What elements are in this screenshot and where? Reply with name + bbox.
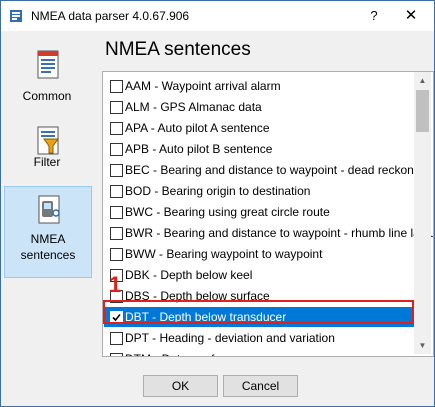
app-icon [10, 10, 22, 22]
sidebar-item-label: Filter [33, 155, 61, 169]
list-item-aam[interactable]: AAM - Waypoint arrival alarm [104, 76, 414, 96]
list-item-label: APB - Auto pilot B sentence [125, 142, 273, 156]
cancel-button[interactable]: Cancel [223, 375, 298, 397]
list-item-bwc[interactable]: BWC - Bearing using great circle route [104, 202, 414, 222]
checkbox[interactable] [110, 185, 123, 198]
checkbox[interactable] [110, 143, 123, 156]
sidebar-item-label-line2: sentences [20, 248, 76, 262]
sidebar-item-label-line1: NMEA [30, 232, 66, 246]
checkbox[interactable] [110, 248, 123, 261]
sidebar-item-common[interactable]: Common [4, 42, 90, 112]
list-item-label: AAM - Waypoint arrival alarm [125, 79, 281, 93]
checkbox[interactable] [110, 80, 123, 93]
checkbox[interactable] [110, 206, 123, 219]
list-item-bod[interactable]: BOD - Bearing origin to destination [104, 181, 414, 201]
sidebar-item-filter[interactable]: Filter [4, 118, 90, 188]
annotation-step-number: 1 [109, 272, 122, 297]
checkbox[interactable] [110, 164, 123, 177]
scroll-down-arrow-icon[interactable]: ▼ [414, 337, 431, 354]
list-item-label: BWC - Bearing using great circle route [125, 205, 330, 219]
vertical-scrollbar[interactable]: ▲ ▼ [414, 72, 431, 354]
filter-icon [37, 126, 59, 155]
window-title: NMEA data parser 4.0.67.906 [31, 9, 190, 23]
scroll-up-arrow-icon[interactable]: ▲ [414, 72, 431, 89]
document-icon [37, 50, 59, 79]
list-item-label: BOD - Bearing origin to destination [125, 184, 311, 198]
list-item-bwr[interactable]: BWR - Bearing and distance to waypoint -… [104, 223, 433, 243]
list-item-label: BWR - Bearing and distance to waypoint -… [125, 226, 434, 240]
ok-button[interactable]: OK [143, 375, 218, 397]
list-item-label: APA - Auto pilot A sentence [125, 121, 270, 135]
sidebar-item-label: Common [22, 89, 72, 103]
list-item-label: BWW - Bearing waypoint to waypoint [125, 247, 323, 261]
checkbox[interactable] [110, 101, 123, 114]
list-item-alm[interactable]: ALM - GPS Almanac data [104, 97, 414, 117]
title-bar: NMEA data parser 4.0.67.906 ? ✕ [1, 1, 434, 31]
dialog-window: NMEA data parser 4.0.67.906 ? ✕ Common F… [0, 0, 435, 407]
list-item-bww[interactable]: BWW - Bearing waypoint to waypoint [104, 244, 414, 264]
list-item-label: DBK - Depth below keel [125, 268, 253, 282]
checkbox[interactable] [110, 227, 123, 240]
gps-device-icon [38, 195, 60, 224]
list-item-label: BEC - Bearing and distance to waypoint -… [125, 163, 430, 177]
list-item-label: ALM - GPS Almanac data [125, 100, 262, 114]
list-item-dbk[interactable]: DBK - Depth below keel [104, 265, 414, 285]
list-item-bec[interactable]: BEC - Bearing and distance to waypoint -… [104, 160, 430, 180]
list-item-dtm[interactable]: DTM - Datum reference [104, 349, 414, 356]
list-item-label: DPT - Heading - deviation and variation [125, 331, 335, 345]
scroll-thumb[interactable] [416, 90, 429, 132]
list-item-apa[interactable]: APA - Auto pilot A sentence [104, 118, 414, 138]
list-item-label: DTM - Datum reference [125, 349, 251, 356]
list-item-apb[interactable]: APB - Auto pilot B sentence [104, 139, 414, 159]
close-button[interactable]: ✕ [388, 1, 434, 31]
checkbox[interactable] [110, 353, 123, 356]
list-item-dpt[interactable]: DPT - Heading - deviation and variation [104, 328, 414, 348]
checkbox[interactable] [110, 332, 123, 345]
checkbox[interactable] [110, 122, 123, 135]
annotation-highlight-frame [103, 300, 414, 324]
sidebar-item-nmea-sentences[interactable]: NMEA sentences [4, 186, 92, 278]
page-title: NMEA sentences [105, 39, 251, 60]
sidebar: Common Filter NMEA sentences [2, 32, 92, 365]
